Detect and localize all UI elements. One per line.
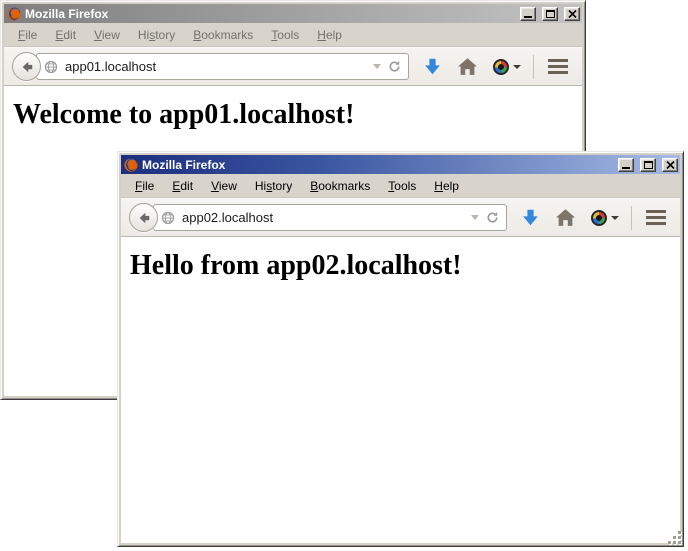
url-dropdown-icon[interactable] xyxy=(471,215,479,220)
reload-icon[interactable] xyxy=(486,211,499,224)
chevron-down-icon xyxy=(513,65,521,69)
close-button[interactable] xyxy=(564,7,580,21)
minimize-icon xyxy=(524,16,532,18)
menu-item-file[interactable]: File xyxy=(126,176,163,196)
url-bar[interactable] xyxy=(36,53,409,80)
page-heading: Welcome to app01.localhost! xyxy=(13,99,582,131)
maximize-icon xyxy=(644,161,653,169)
url-dropdown-icon[interactable] xyxy=(373,64,381,69)
menu-item-tools[interactable]: Tools xyxy=(379,176,425,196)
navigation-toolbar xyxy=(4,47,582,86)
menu-item-help[interactable]: Help xyxy=(308,25,351,45)
minimize-button[interactable] xyxy=(520,7,536,21)
menu-bar: File Edit View History Bookmarks Tools H… xyxy=(4,23,582,47)
home-icon[interactable] xyxy=(458,58,477,75)
window-title: Mozilla Firefox xyxy=(25,7,514,21)
titlebar[interactable]: Mozilla Firefox xyxy=(4,4,582,23)
url-bar[interactable] xyxy=(153,204,507,231)
menu-item-history[interactable]: History xyxy=(129,25,184,45)
menu-item-view[interactable]: View xyxy=(202,176,246,196)
toolbar-separator xyxy=(631,206,632,230)
menu-item-bookmarks[interactable]: Bookmarks xyxy=(301,176,379,196)
hamburger-menu-icon[interactable] xyxy=(646,210,666,225)
page-content: Hello from app02.localhost! xyxy=(121,237,680,543)
download-icon[interactable] xyxy=(423,57,442,76)
window-title: Mozilla Firefox xyxy=(142,158,612,172)
menu-bar: File Edit View History Bookmarks Tools H… xyxy=(121,174,680,198)
back-arrow-icon xyxy=(137,211,151,225)
url-input[interactable] xyxy=(182,210,464,225)
menu-item-bookmarks[interactable]: Bookmarks xyxy=(184,25,262,45)
menu-item-edit[interactable]: Edit xyxy=(46,25,85,45)
site-globe-icon xyxy=(161,211,175,225)
menu-item-tools[interactable]: Tools xyxy=(262,25,308,45)
back-arrow-icon xyxy=(20,60,34,74)
minimize-icon xyxy=(622,167,630,169)
back-button[interactable] xyxy=(12,52,41,81)
firefox-logo-icon xyxy=(7,7,21,21)
maximize-icon xyxy=(546,10,555,18)
hamburger-menu-icon[interactable] xyxy=(548,59,568,74)
page-heading: Hello from app02.localhost! xyxy=(130,250,680,282)
minimize-button[interactable] xyxy=(618,158,634,172)
browser-window-app02[interactable]: Mozilla Firefox File Edit View History B… xyxy=(117,151,684,547)
addon-lens-button[interactable] xyxy=(493,59,521,75)
menu-item-edit[interactable]: Edit xyxy=(163,176,202,196)
chevron-down-icon xyxy=(611,216,619,220)
resize-grip[interactable] xyxy=(668,531,682,545)
home-icon[interactable] xyxy=(556,209,575,226)
color-lens-icon xyxy=(493,59,509,75)
color-lens-icon xyxy=(591,210,607,226)
download-icon[interactable] xyxy=(521,208,540,227)
menu-item-view[interactable]: View xyxy=(85,25,129,45)
url-input[interactable] xyxy=(65,59,366,74)
maximize-button[interactable] xyxy=(640,158,656,172)
back-button[interactable] xyxy=(129,203,158,232)
close-icon xyxy=(568,10,577,18)
titlebar[interactable]: Mozilla Firefox xyxy=(121,155,680,174)
firefox-logo-icon xyxy=(124,158,138,172)
close-button[interactable] xyxy=(662,158,678,172)
close-icon xyxy=(666,161,675,169)
menu-item-help[interactable]: Help xyxy=(425,176,468,196)
maximize-button[interactable] xyxy=(542,7,558,21)
addon-lens-button[interactable] xyxy=(591,210,619,226)
reload-icon[interactable] xyxy=(388,60,401,73)
menu-item-history[interactable]: History xyxy=(246,176,301,196)
site-globe-icon xyxy=(44,60,58,74)
toolbar-separator xyxy=(533,55,534,79)
navigation-toolbar xyxy=(121,198,680,237)
menu-item-file[interactable]: File xyxy=(9,25,46,45)
